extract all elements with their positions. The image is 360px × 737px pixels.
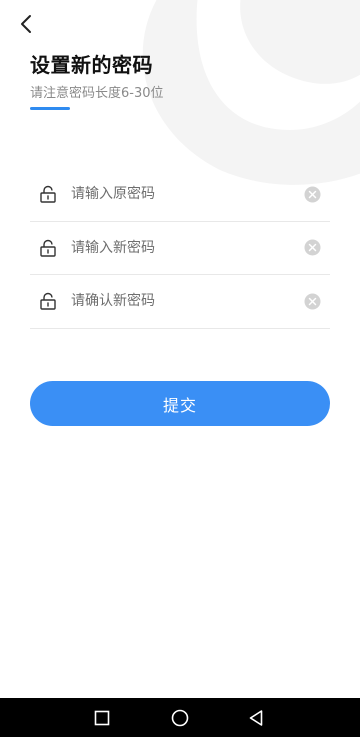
- password-form: [30, 168, 330, 329]
- circle-icon: [171, 709, 189, 726]
- submit-button[interactable]: 提交: [30, 381, 330, 426]
- system-back-button[interactable]: [236, 698, 276, 737]
- title-underline: [30, 107, 70, 110]
- new-password-row: [30, 221, 330, 275]
- triangle-back-icon: [249, 709, 263, 726]
- old-password-input[interactable]: [71, 168, 303, 221]
- screen: 设置新的密码 请注意密码长度6-30位 提交: [0, 0, 360, 737]
- lock-icon: [39, 239, 57, 257]
- clear-circle-icon[interactable]: [303, 185, 321, 203]
- chevron-left-icon: [21, 15, 31, 33]
- clear-circle-icon[interactable]: [303, 239, 321, 257]
- system-nav-bar: [0, 698, 360, 737]
- recent-apps-button[interactable]: [82, 698, 122, 737]
- back-button[interactable]: [12, 10, 40, 38]
- home-button[interactable]: [160, 698, 200, 737]
- page-title: 设置新的密码: [30, 53, 153, 77]
- old-password-row: [30, 168, 330, 222]
- clear-circle-icon[interactable]: [303, 292, 321, 310]
- lock-icon: [39, 185, 57, 203]
- confirm-password-input[interactable]: [71, 275, 303, 328]
- confirm-password-row: [30, 275, 330, 329]
- square-icon: [94, 710, 110, 725]
- new-password-input[interactable]: [71, 221, 303, 274]
- lock-icon: [39, 292, 57, 310]
- page-subtitle: 请注意密码长度6-30位: [30, 86, 164, 101]
